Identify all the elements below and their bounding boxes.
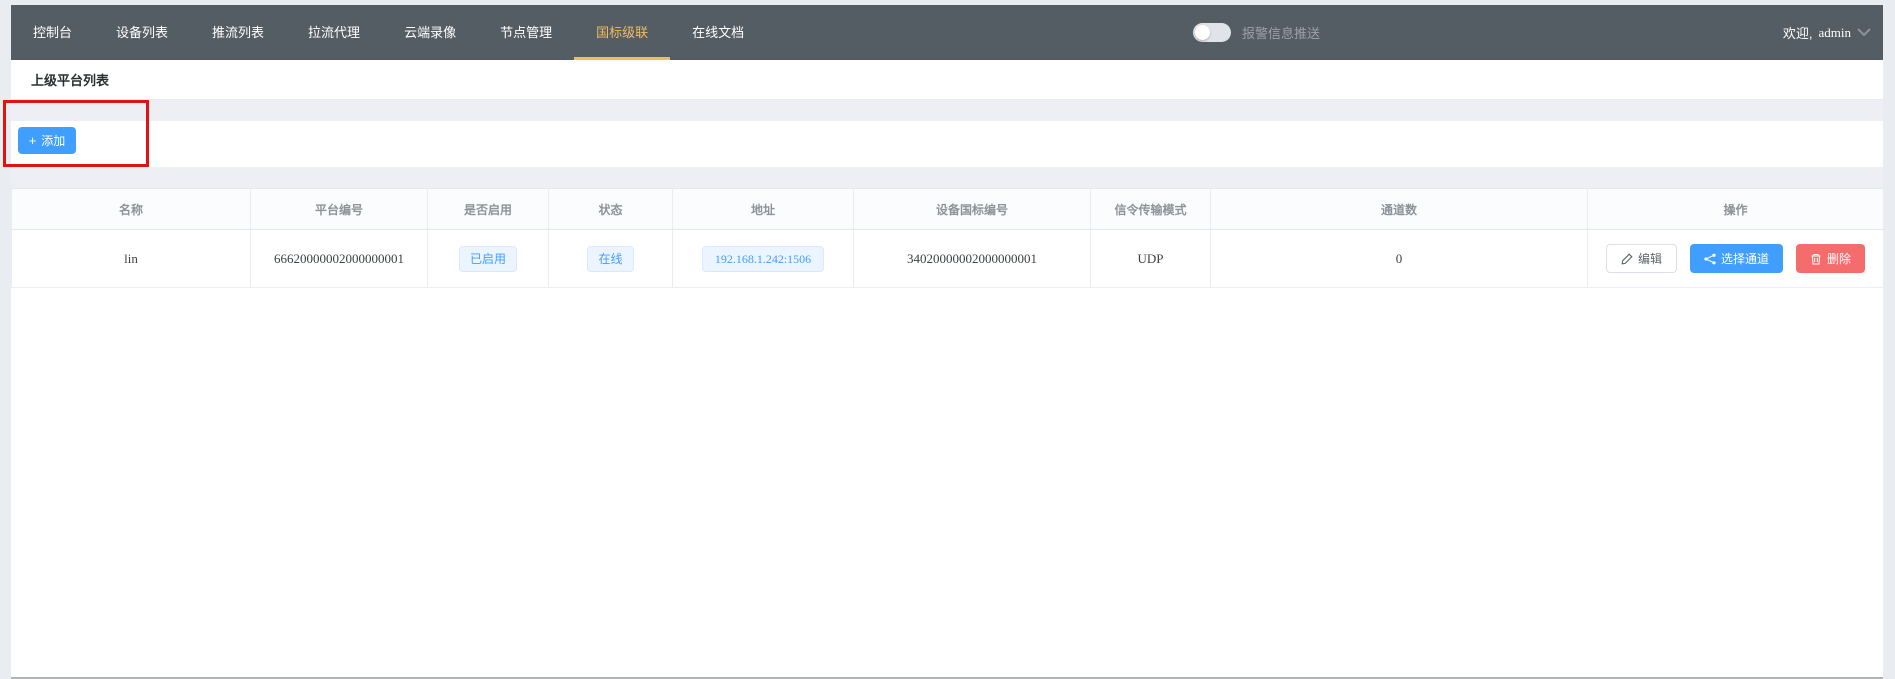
cell-name: lin: [12, 230, 251, 288]
col-header-device-gb-id: 设备国标编号: [854, 189, 1091, 230]
share-icon: [1704, 253, 1716, 265]
cell-status: 在线: [549, 230, 673, 288]
page-title: 上级平台列表: [31, 70, 109, 89]
add-button-label: 添加: [41, 132, 65, 149]
pencil-icon: [1621, 253, 1633, 265]
row-actions: 编辑 选择通道: [1588, 244, 1883, 273]
platform-table: 名称 平台编号 是否启用 状态 地址 设备国标编号 信令传输模式 通道数 操作 …: [11, 188, 1884, 288]
nav-item-pull-proxy[interactable]: 拉流代理: [286, 5, 382, 60]
nav-item-device-list[interactable]: 设备列表: [94, 5, 190, 60]
delete-button-label: 删除: [1827, 250, 1851, 267]
col-header-name: 名称: [12, 189, 251, 230]
status-badge: 在线: [587, 246, 633, 272]
section-gap: [11, 167, 1883, 188]
cell-actions: 编辑 选择通道: [1588, 230, 1884, 288]
welcome-text: 欢迎,: [1783, 23, 1813, 42]
cell-enabled: 已启用: [428, 230, 549, 288]
user-menu[interactable]: 欢迎, admin: [1783, 5, 1871, 60]
toolbar: + 添加: [11, 121, 1883, 167]
nav-item-node-manage[interactable]: 节点管理: [478, 5, 574, 60]
col-header-actions: 操作: [1588, 189, 1884, 230]
nav-item-label: 在线文档: [692, 22, 744, 41]
edit-button[interactable]: 编辑: [1606, 244, 1677, 273]
nav-item-label: 拉流代理: [308, 22, 360, 41]
nav-item-label: 云端录像: [404, 22, 456, 41]
alarm-push-label: 报警信息推送: [1242, 23, 1320, 42]
delete-button[interactable]: 删除: [1796, 244, 1865, 273]
col-header-transport-mode: 信令传输模式: [1091, 189, 1211, 230]
address-badge: 192.168.1.242:1506: [702, 246, 824, 272]
platform-table-section: 名称 平台编号 是否启用 状态 地址 设备国标编号 信令传输模式 通道数 操作 …: [11, 188, 1883, 677]
alarm-push-toggle[interactable]: [1193, 23, 1231, 42]
nav-item-cloud-record[interactable]: 云端录像: [382, 5, 478, 60]
nav-item-label: 国标级联: [596, 22, 648, 41]
nav-item-online-docs[interactable]: 在线文档: [670, 5, 766, 60]
chevron-down-icon: [1857, 28, 1871, 37]
cell-channel-count: 0: [1211, 230, 1588, 288]
col-header-enabled: 是否启用: [428, 189, 549, 230]
cell-transport-mode: UDP: [1091, 230, 1211, 288]
username-text: admin: [1819, 25, 1852, 41]
nav-item-label: 节点管理: [500, 22, 552, 41]
col-header-address: 地址: [673, 189, 854, 230]
nav-item-label: 推流列表: [212, 22, 264, 41]
plus-icon: +: [29, 134, 37, 147]
select-channel-button[interactable]: 选择通道: [1690, 244, 1783, 273]
select-channel-button-label: 选择通道: [1721, 250, 1769, 267]
cell-device-gb-id: 34020000002000000001: [854, 230, 1091, 288]
toggle-knob: [1195, 25, 1210, 40]
trash-icon: [1810, 253, 1822, 265]
title-bar: 上级平台列表: [11, 60, 1883, 100]
nav-item-label: 设备列表: [116, 22, 168, 41]
section-gap: [11, 100, 1883, 121]
nav-item-label: 控制台: [33, 22, 72, 41]
col-header-platform-id: 平台编号: [251, 189, 428, 230]
nav-item-gb-cascade[interactable]: 国标级联: [574, 5, 670, 60]
add-button[interactable]: + 添加: [18, 127, 76, 154]
enabled-badge: 已启用: [459, 246, 517, 272]
table-row: lin 66620000002000000001 已启用 在线 192.168.…: [12, 230, 1884, 288]
cell-address: 192.168.1.242:1506: [673, 230, 854, 288]
nav-item-console[interactable]: 控制台: [11, 5, 94, 60]
col-header-channel-count: 通道数: [1211, 189, 1588, 230]
edit-button-label: 编辑: [1638, 250, 1662, 267]
nav-item-push-list[interactable]: 推流列表: [190, 5, 286, 60]
cell-platform-id: 66620000002000000001: [251, 230, 428, 288]
table-header-row: 名称 平台编号 是否启用 状态 地址 设备国标编号 信令传输模式 通道数 操作: [12, 189, 1884, 230]
top-navbar: 控制台 设备列表 推流列表 拉流代理 云端录像 节点管理 国标级联 在线文档 报…: [11, 5, 1883, 60]
col-header-status: 状态: [549, 189, 673, 230]
alarm-push-group: 报警信息推送: [1193, 5, 1320, 60]
